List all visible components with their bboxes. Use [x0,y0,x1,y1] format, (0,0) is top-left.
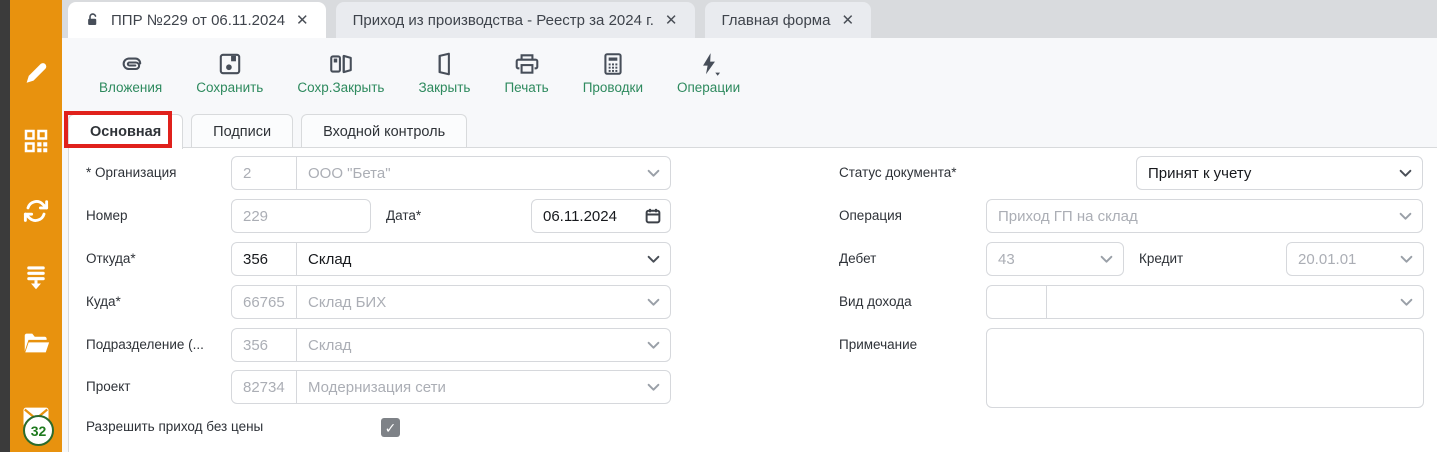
allow-no-price-checkbox[interactable]: ✓ [381,418,400,437]
check-icon: ✓ [385,421,397,435]
organization-name-value: ООО "Бета" [297,165,636,182]
chevron-down-icon[interactable] [1388,169,1422,178]
edit-pencil-icon[interactable] [21,58,51,88]
tab-main-form[interactable]: Главная форма ✕ [705,2,872,38]
income-type-label: Вид дохода [839,285,912,319]
note-label: Примечание [839,328,917,362]
chevron-down-icon[interactable] [636,298,670,307]
tab-bar: ППР №229 от 06.11.2024 ✕ Приход из произ… [62,0,1437,38]
close-document-button[interactable]: Закрыть [414,49,474,97]
save-and-close-button[interactable]: Сохр.Закрыть [293,49,388,97]
subtab-signatures[interactable]: Подписи [191,114,293,148]
to-combo[interactable]: 66765 Склад БИХ [231,285,671,319]
project-code-field[interactable]: 82734 [232,371,297,403]
tab-registry[interactable]: Приход из производства - Реестр за 2024 … [336,2,695,38]
organization-code-field[interactable]: 2 [232,157,297,189]
form-subtabs: Основная Подписи Входной контроль [62,108,1437,148]
organization-combo[interactable]: 2 ООО "Бета" [231,156,671,190]
income-code-field[interactable] [987,286,1047,318]
qr-code-icon[interactable] [21,126,51,156]
from-label: Откуда* [86,242,136,276]
date-label: Дата* [386,199,421,233]
from-name-value: Склад [297,251,636,268]
export-list-icon[interactable] [21,262,51,292]
postings-button[interactable]: Проводки [579,49,647,97]
chevron-down-icon[interactable] [636,169,670,178]
tab-document-ppr[interactable]: ППР №229 от 06.11.2024 ✕ [68,2,326,38]
calendar-icon[interactable] [636,207,670,225]
save-and-close-icon [328,51,354,77]
tab-title: Приход из производства - Реестр за 2024 … [353,12,654,29]
app-window: 32 ППР №229 от 06.11.2024 ✕ Приход из пр… [0,0,1437,452]
chevron-down-icon[interactable] [1089,255,1123,264]
printer-icon [514,51,540,77]
date-field[interactable]: 06.11.2024 [531,199,671,233]
sync-icon[interactable] [21,196,51,226]
chevron-down-icon[interactable] [1389,298,1423,307]
debit-combo[interactable]: 43 [986,242,1124,276]
division-name-value: Склад [297,337,636,354]
tab-title: ППР №229 от 06.11.2024 [111,12,285,29]
note-textarea[interactable] [986,328,1424,408]
org-label: * Организация [86,156,176,190]
paperclip-icon [118,51,144,77]
subtab-input-control[interactable]: Входной контроль [301,114,467,148]
debit-label: Дебет [839,242,876,276]
project-name-value: Модернизация сети [297,379,636,396]
chevron-down-icon[interactable] [636,341,670,350]
division-combo[interactable]: 356 Склад [231,328,671,362]
income-type-combo[interactable] [986,285,1424,319]
from-code-field[interactable]: 356 [232,243,297,275]
close-icon[interactable]: ✕ [841,11,854,29]
to-name-value: Склад БИХ [297,294,636,311]
attachments-button[interactable]: Вложения [95,49,166,97]
document-toolbar: Вложения Сохранить Сохр.Зак [62,38,1437,108]
project-label: Проект [86,370,130,404]
credit-combo[interactable]: 20.01.01 [1286,242,1424,276]
floppy-save-icon [217,51,243,77]
door-close-icon [431,51,457,77]
calculator-icon [600,51,626,77]
mail-count-badge[interactable]: 32 [23,415,54,446]
chevron-down-icon[interactable] [636,383,670,392]
form-panel: * Организация 2 ООО "Бета" Номер 229 Дат… [68,147,1437,452]
from-combo[interactable]: 356 Склад [231,242,671,276]
sidebar: 32 [10,0,62,452]
operation-combo[interactable]: Приход ГП на склад [986,199,1423,233]
credit-label: Кредит [1139,242,1183,276]
window-edge-strip [0,0,10,452]
lightning-icon [696,51,722,77]
number-label: Номер [86,199,128,233]
status-label: Статус документа* [839,156,957,190]
close-icon[interactable]: ✕ [296,11,309,29]
unlocked-padlock-icon [85,12,100,28]
status-combo[interactable]: Принят к учету [1136,156,1423,190]
tab-title: Главная форма [722,12,831,29]
number-field[interactable]: 229 [231,199,371,233]
chevron-down-icon[interactable] [1389,255,1423,264]
folder-open-icon[interactable] [21,328,51,358]
print-button[interactable]: Печать [500,49,552,97]
allow-no-price-label: Разрешить приход без цены [86,410,263,444]
project-combo[interactable]: 82734 Модернизация сети [231,370,671,404]
close-icon[interactable]: ✕ [665,11,678,29]
operations-button[interactable]: Операции [673,49,744,97]
division-label: Подразделение (... [86,328,204,362]
to-code-field[interactable]: 66765 [232,286,297,318]
chevron-down-icon[interactable] [1388,212,1422,221]
save-button[interactable]: Сохранить [192,49,267,97]
subtab-main[interactable]: Основная [68,114,183,149]
operation-label: Операция [839,199,902,233]
division-code-field[interactable]: 356 [232,329,297,361]
to-label: Куда* [86,285,121,319]
chevron-down-icon[interactable] [636,255,670,264]
